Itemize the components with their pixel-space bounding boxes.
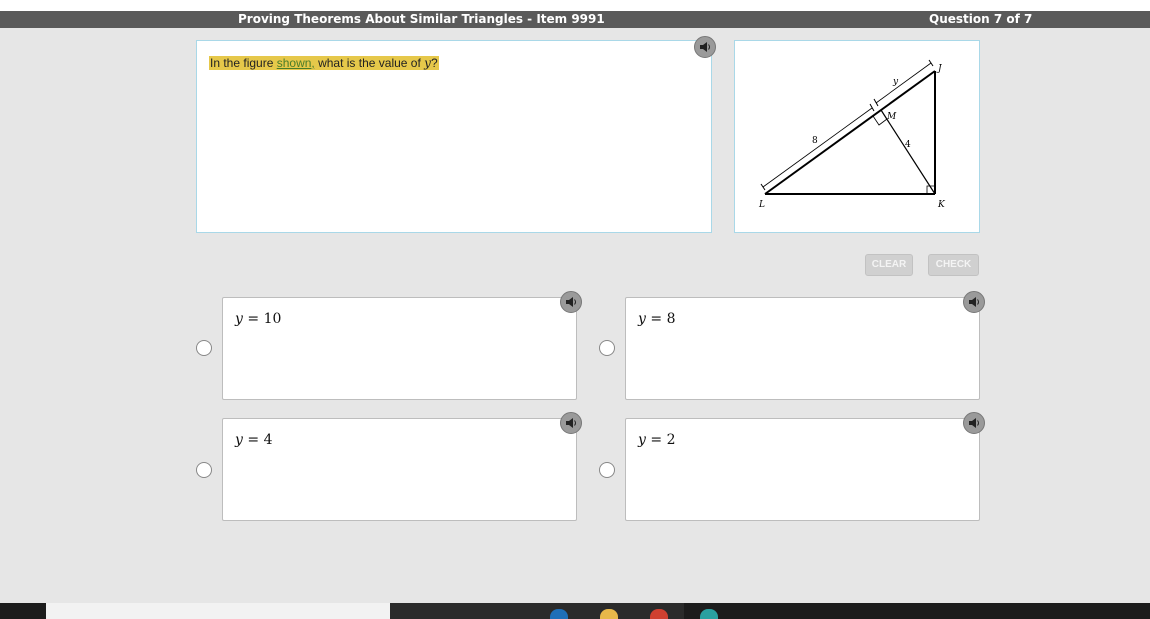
answer-choice-4[interactable]: y = 2 bbox=[625, 418, 980, 521]
tick-J bbox=[928, 59, 934, 67]
question-middle: what is the value of bbox=[314, 56, 425, 70]
browser-icon[interactable] bbox=[650, 609, 668, 619]
label-J: J bbox=[936, 64, 943, 74]
question-suffix: ? bbox=[430, 56, 438, 70]
activity-title: Proving Theorems About Similar Triangles… bbox=[238, 12, 605, 26]
question-variable: y bbox=[424, 56, 431, 70]
taskbar-app-area bbox=[390, 603, 718, 619]
radio-button-answer-1[interactable] bbox=[196, 340, 212, 356]
altitude-KM bbox=[880, 109, 936, 195]
title-bar: Proving Theorems About Similar Triangles… bbox=[0, 11, 1150, 28]
taskbar bbox=[0, 603, 1150, 619]
dimension-y bbox=[875, 62, 932, 104]
answer-math-1: y = 10 bbox=[235, 311, 282, 327]
edge-icon[interactable] bbox=[700, 609, 718, 619]
app-icon[interactable] bbox=[550, 609, 568, 619]
figure-panel: J K L M y 8 4 bbox=[734, 40, 980, 233]
label-K: K bbox=[937, 200, 946, 210]
speaker-icon[interactable] bbox=[560, 291, 582, 313]
label-8: 8 bbox=[812, 136, 818, 146]
answer-math-2: y = 8 bbox=[638, 311, 676, 327]
question-text: In the figure shown, what is the value o… bbox=[209, 56, 439, 70]
answer-math-4: y = 2 bbox=[638, 432, 676, 448]
browser-top-strip bbox=[0, 0, 1150, 11]
radio-button-answer-2[interactable] bbox=[599, 340, 615, 356]
answer-choice-1[interactable]: y = 10 bbox=[222, 297, 577, 400]
answer-choice-2[interactable]: y = 8 bbox=[625, 297, 980, 400]
tick-L bbox=[760, 183, 766, 191]
speaker-icon[interactable] bbox=[963, 291, 985, 313]
check-button[interactable]: CHECK bbox=[928, 254, 979, 276]
label-4: 4 bbox=[905, 140, 911, 150]
folder-icon[interactable] bbox=[600, 609, 618, 619]
label-L: L bbox=[758, 200, 765, 210]
radio-button-answer-4[interactable] bbox=[599, 462, 615, 478]
side-LJ bbox=[764, 70, 936, 195]
taskbar-search-box[interactable] bbox=[46, 603, 390, 619]
tick-M-2 bbox=[873, 98, 879, 107]
label-M: M bbox=[886, 112, 897, 122]
answer-math-3: y = 4 bbox=[235, 432, 273, 448]
answer-choice-3[interactable]: y = 4 bbox=[222, 418, 577, 521]
question-panel: In the figure shown, what is the value o… bbox=[196, 36, 716, 233]
label-y: y bbox=[892, 77, 899, 87]
question-counter: Question 7 of 7 bbox=[929, 12, 1033, 26]
dimension-8 bbox=[762, 107, 873, 188]
triangle-figure: J K L M y 8 4 bbox=[758, 59, 946, 210]
clear-button[interactable]: CLEAR bbox=[865, 254, 913, 276]
speaker-icon[interactable] bbox=[560, 412, 582, 434]
speaker-icon[interactable] bbox=[694, 36, 716, 58]
radio-button-answer-3[interactable] bbox=[196, 462, 212, 478]
glossary-link[interactable]: shown, bbox=[277, 56, 315, 70]
speaker-icon[interactable] bbox=[963, 412, 985, 434]
right-angle-M bbox=[872, 115, 888, 126]
question-prefix: In the figure bbox=[210, 56, 277, 70]
tick-M-1 bbox=[869, 103, 875, 112]
